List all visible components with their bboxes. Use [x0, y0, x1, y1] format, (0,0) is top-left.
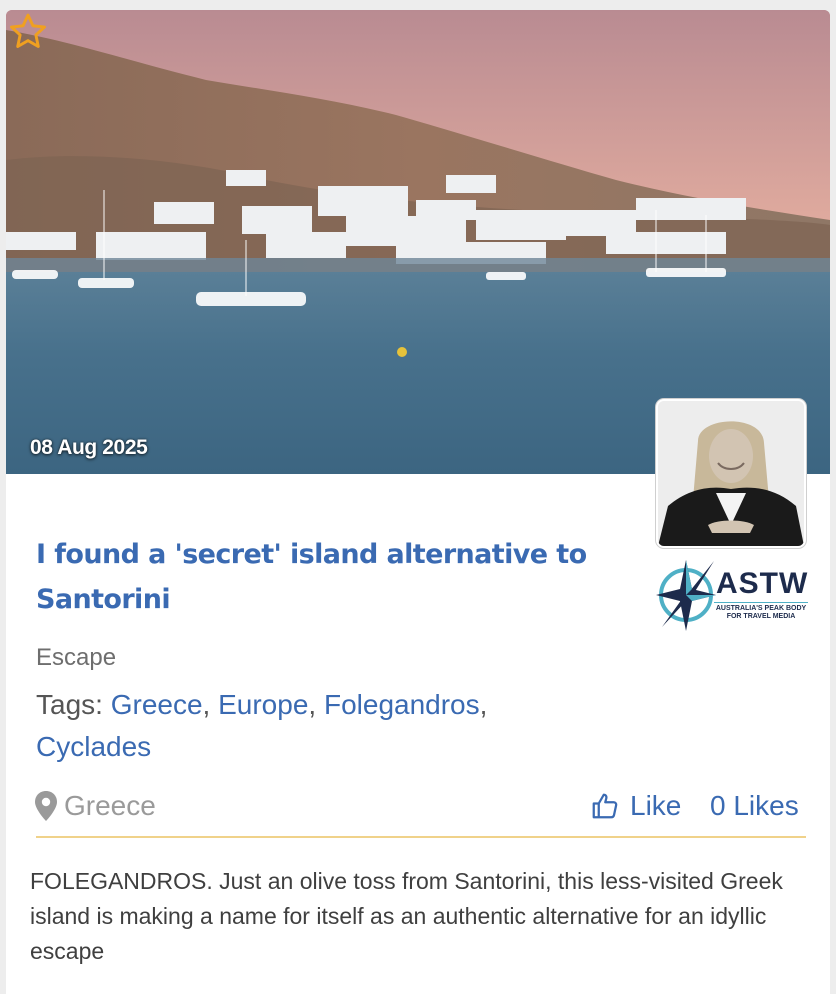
divider	[36, 836, 806, 838]
tag-folegandros[interactable]: Folegandros	[324, 689, 480, 720]
tags-list: Tags: Greece, Europe, Folegandros, Cycla…	[36, 689, 488, 762]
logo-tagline: AUSTRALIA'S PEAK BODY FOR TRAVEL MEDIA	[714, 602, 808, 621]
article-summary: FOLEGANDROS. Just an olive toss from San…	[30, 868, 783, 964]
tag-europe[interactable]: Europe	[218, 689, 308, 720]
star-outline-icon[interactable]	[6, 10, 50, 54]
tag-greece[interactable]: Greece	[111, 689, 203, 720]
location-label: Greece	[64, 790, 156, 821]
author-avatar[interactable]	[656, 399, 806, 548]
article-location: Greece	[34, 790, 156, 822]
author-portrait	[658, 401, 804, 546]
thumbs-up-icon	[592, 793, 618, 819]
logo-name: ASTW	[716, 567, 809, 600]
like-button[interactable]: Like	[590, 790, 681, 822]
article-title[interactable]: I found a 'secret' island alternative to…	[36, 532, 616, 622]
article-card: 08 Aug 2025 ASTW AUSTRALIA'S PEAK BODY F…	[6, 10, 830, 994]
publish-date: 08 Aug 2025	[30, 436, 148, 459]
tag-cyclades[interactable]: Cyclades	[36, 731, 151, 762]
likes-count: 0 Likes	[710, 790, 799, 821]
like-label: Like	[630, 790, 682, 821]
article-category: Escape	[36, 644, 117, 671]
map-pin-icon	[35, 791, 57, 821]
tags-label: Tags:	[36, 689, 103, 720]
